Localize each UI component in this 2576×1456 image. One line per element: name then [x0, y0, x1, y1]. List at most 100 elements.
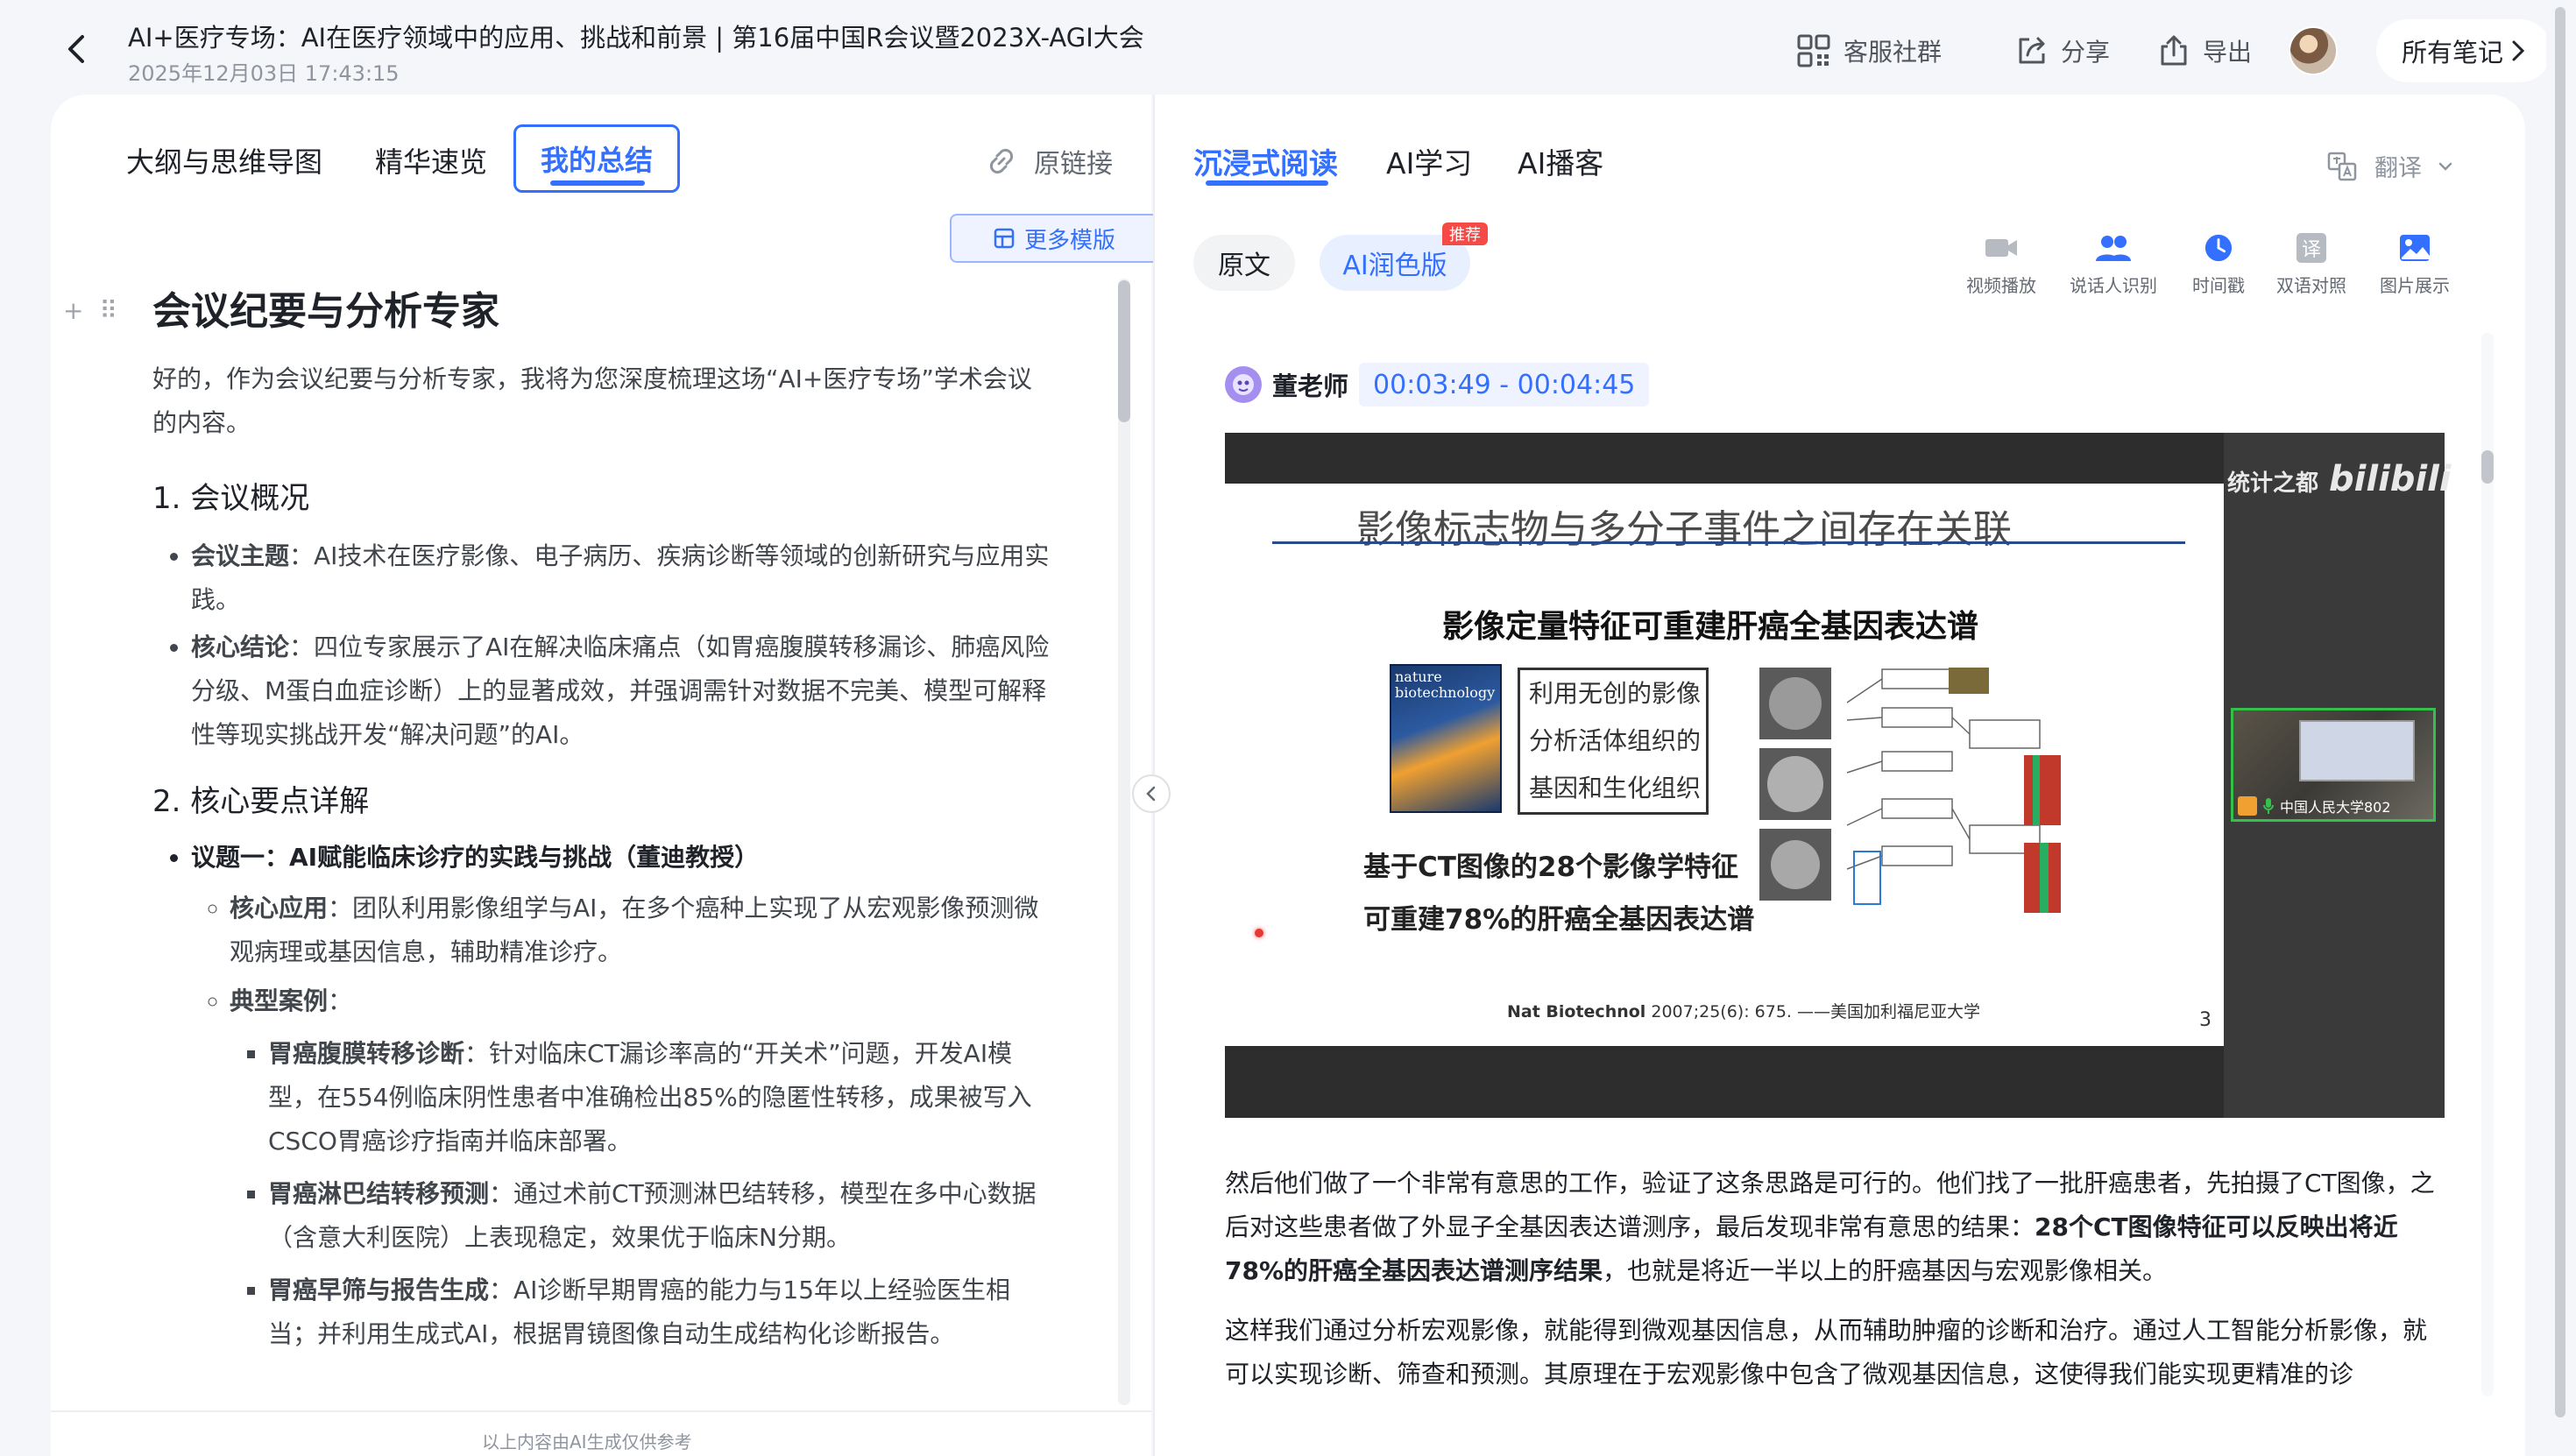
original-text-pill[interactable]: 原文 [1193, 235, 1295, 291]
all-notes-label: 所有笔记 [2401, 38, 2503, 67]
slide-title-underline [1272, 541, 2185, 544]
chevron-right-icon [2512, 40, 2525, 61]
slide-citation: Nat Biotechnol 2007;25(6): 675. ——美国加利福尼… [1507, 999, 1980, 1022]
speakers-icon [2096, 236, 2131, 261]
right-scrollbar-thumb[interactable] [2481, 450, 2494, 484]
bilibili-logo: bilibili [2329, 459, 2452, 499]
translate-icon [2327, 152, 2357, 180]
transcript-text: ，也就是将近一半以上的肝癌基因与宏观影像相关。 [1603, 1256, 2168, 1285]
share-label: 分享 [2061, 38, 2111, 67]
list-item: 胃癌早筛与报告生成：AI诊断早期胃癌的能力与15年以上经验医生相当；并利用生成式… [268, 1269, 1055, 1356]
document-datetime: 2025年12月03日 17:43:15 [128, 61, 400, 86]
tool-label: 图片展示 [2380, 275, 2450, 296]
list-item-text: ：团队利用影像组学与AI，在多个癌种上实现了从宏观影像预测微观病理或基因信息，辅… [230, 894, 1039, 966]
community-label: 客服社群 [1844, 38, 1943, 67]
slide-note-line: 基因和生化组织 [1529, 774, 1702, 802]
recommend-badge: 推荐 [1442, 223, 1488, 245]
tool-label: 视频播放 [1966, 275, 2036, 296]
list-item-label: 核心应用 [230, 894, 329, 922]
video-camera-icon [1985, 239, 2017, 257]
user-avatar[interactable] [2289, 26, 2338, 75]
slide-citation-detail: 2007;25(6): 675. ——美国加利福尼亚大学 [1645, 1002, 1980, 1021]
all-notes-button[interactable]: 所有笔记 [2376, 19, 2551, 82]
tab-my-summary-label: 我的总结 [540, 144, 653, 177]
list-item-text: ： [328, 986, 353, 1015]
back-button[interactable] [58, 30, 96, 68]
ai-disclaimer: 以上内容由AI生成仅供参考 [482, 1431, 692, 1452]
translate-label: 翻译 [2374, 155, 2422, 182]
list-item-label: 胃癌淋巴结转移预测 [268, 1179, 490, 1208]
tab-immersive-reading[interactable]: 沉浸式阅读 [1193, 140, 1338, 182]
video-watermark: 统计之都 bilibili [2227, 459, 2452, 499]
left-scrollbar-thumb[interactable] [1118, 280, 1130, 422]
slide-subtitle: 影像定量特征可重建肝癌全基因表达谱 [1442, 609, 1979, 645]
community-button[interactable]: 客服社群 [1796, 32, 1942, 70]
translate-button[interactable]: 翻译 [2325, 149, 2453, 183]
list-item-text: ：四位专家展示了AI在解决临床痛点（如胃癌腹膜转移漏诊、肺癌风险分级、M蛋白血症… [191, 633, 1050, 749]
left-scrollbar-track [1118, 279, 1130, 1405]
list-item-text: ：AI技术在医疗影像、电子病历、疾病诊断等领域的创新研究与应用实践。 [191, 541, 1050, 614]
slide-note-box: 利用无创的影像 分析活体组织的 基因和生化组织 [1518, 668, 1709, 815]
pip-projector-screen [2299, 720, 2415, 781]
active-tab-indicator [550, 180, 645, 186]
tab-ai-learning[interactable]: AI学习 [1386, 140, 1472, 182]
list-item-label: 会议主题 [191, 541, 290, 570]
tool-label: 双语对照 [2276, 275, 2346, 296]
chevron-left-icon [1146, 786, 1156, 802]
document-title: AI+医疗专场：AI在医疗领域中的应用、挑战和前景 | 第16届中国R会议暨20… [128, 23, 1144, 53]
person-icon [2238, 796, 2257, 816]
speaker-timestamp[interactable]: 00:03:49 - 00:04:45 [1359, 363, 1650, 406]
slide-note-line: 分析活体组织的 [1529, 726, 1702, 755]
original-link-button[interactable]: 原链接 [985, 142, 1113, 180]
tool-video-playback[interactable]: 视频播放 [1966, 233, 2036, 297]
watermark-channel: 统计之都 [2227, 470, 2319, 497]
back-arrow-icon [68, 35, 84, 63]
tool-label: 说话人识别 [2070, 275, 2157, 296]
tool-speaker-recognition[interactable]: 说话人识别 [2070, 233, 2157, 297]
qr-grid-icon [1797, 34, 1830, 67]
image-icon [2400, 235, 2430, 261]
clock-icon [2204, 234, 2233, 262]
summary-content: 会议纪要与分析专家 好的，作为会议纪要与分析专家，我将为您深度梳理这场“AI+医… [102, 191, 1057, 1400]
share-icon [2019, 37, 2045, 64]
topic-1-title: 议题一：AI赋能临床诊疗的实践与挑战（董迪教授） [191, 843, 760, 872]
export-icon [2161, 35, 2187, 66]
link-icon [989, 148, 1014, 174]
journal-cover-title: nature biotechnology [1395, 668, 1496, 701]
bilingual-icon: 译 [2296, 233, 2326, 263]
tool-bilingual[interactable]: 译 双语对照 [2276, 233, 2346, 297]
speaker-row: 董老师 00:03:49 - 00:04:45 [1225, 363, 1650, 406]
list-item: 议题一：AI赋能临床诊疗的实践与挑战（董迪教授） 核心应用：团队利用影像组学与A… [191, 836, 1055, 1356]
tool-timestamp[interactable]: 时间戳 [2192, 233, 2245, 297]
summary-intro: 好的，作为会议纪要与分析专家，我将为您深度梳理这场“AI+医疗专场”学术会议的内… [152, 364, 1032, 437]
list-item-label: 胃癌早筛与报告生成 [268, 1276, 490, 1304]
microphone-icon [2263, 798, 2274, 814]
tab-outline-mindmap[interactable]: 大纲与思维导图 [126, 140, 322, 180]
export-label: 导出 [2203, 38, 2253, 67]
transcript-content: 然后他们做了一个非常有意思的工作，验证了这条思路是可行的。他们找了一批肝癌患者，… [1225, 1162, 2446, 1407]
export-button[interactable]: 导出 [2157, 32, 2252, 70]
right-scrollbar-track [2481, 333, 2494, 1396]
add-block-icon[interactable]: + [63, 296, 83, 325]
section-2-list: 议题一：AI赋能临床诊疗的实践与挑战（董迪教授） 核心应用：团队利用影像组学与A… [152, 836, 1055, 1356]
tab-ai-podcast[interactable]: AI播客 [1518, 140, 1603, 182]
section-2-heading: 2. 核心要点详解 [152, 784, 370, 819]
pip-caption: 中国人民大学802 [2238, 794, 2391, 818]
list-item: 胃癌淋巴结转移预测：通过术前CT预测淋巴结转移，模型在多中心数据（含意大利医院）… [268, 1172, 1055, 1260]
slide-page-number: 3 [2199, 1009, 2212, 1031]
tool-image-display[interactable]: 图片展示 [2380, 233, 2450, 297]
laser-pointer-dot [1255, 929, 1263, 937]
collapse-panel-button[interactable] [1132, 774, 1171, 813]
speaker-avatar-icon [1225, 366, 1262, 403]
page-scrollbar-thumb[interactable] [2555, 7, 2565, 1417]
slide-claim: 可重建78%的肝癌全基因表达谱 [1363, 904, 1755, 936]
original-link-label: 原链接 [1034, 149, 1113, 180]
list-item-label: 典型案例 [230, 986, 329, 1015]
list-item: 核心应用：团队利用影像组学与AI，在多个癌种上实现了从宏观影像预测微观病理或基因… [230, 887, 1055, 974]
tab-highlights[interactable]: 精华速览 [375, 140, 487, 180]
list-item: 核心结论：四位专家展示了AI在解决临床痛点（如胃癌腹膜转移漏诊、肺癌风险分级、M… [191, 626, 1055, 757]
share-button[interactable]: 分享 [2015, 32, 2110, 70]
chevron-down-icon [2438, 162, 2452, 171]
pip-label: 中国人民大学802 [2280, 799, 2391, 816]
tool-label: 时间戳 [2192, 275, 2245, 296]
